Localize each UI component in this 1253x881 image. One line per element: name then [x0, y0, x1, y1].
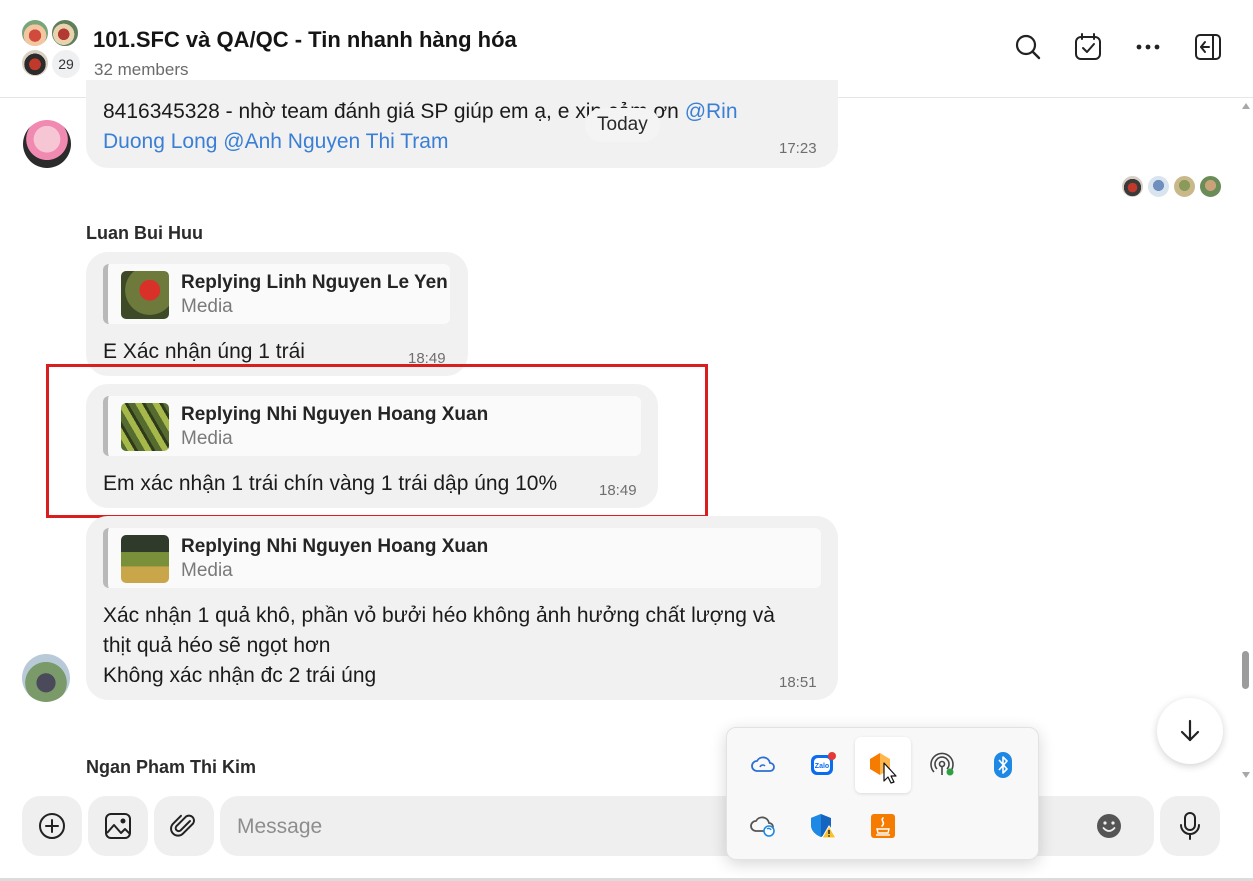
seen-avatar[interactable]	[1146, 174, 1171, 199]
tray-java[interactable]	[855, 798, 911, 854]
tray-hotspot[interactable]	[915, 737, 971, 793]
tasks-button[interactable]	[1071, 30, 1105, 64]
java-icon	[871, 814, 895, 838]
zalo-logo-text: Zalo	[815, 763, 829, 770]
more-options-button[interactable]	[1131, 30, 1165, 64]
reply-preview[interactable]: Replying Linh Nguyen Le Yen Media	[103, 264, 450, 324]
message-text: thịt quả héo sẽ ngọt hơn	[103, 634, 331, 657]
message-text: Duong Long @Anh Nguyen Thi Tram	[103, 130, 449, 153]
message-text: Không xác nhận đc 2 trái úng	[103, 664, 377, 687]
member-avatar	[20, 48, 50, 78]
sender-avatar[interactable]	[22, 654, 70, 702]
message-input[interactable]	[237, 812, 737, 842]
message-bubble[interactable]: 8416345328 - nhờ team đánh giá SP giúp e…	[86, 80, 838, 168]
emoji-icon[interactable]	[1096, 813, 1122, 839]
message-text: E Xác nhận úng 1 trái	[103, 340, 305, 363]
group-avatar[interactable]: 29	[20, 18, 84, 82]
image-icon	[105, 813, 131, 839]
tray-onedrive[interactable]	[735, 737, 791, 793]
tray-security[interactable]	[795, 798, 851, 854]
reply-subtitle: Media	[181, 560, 233, 581]
cloud-sync-icon	[751, 756, 775, 772]
sender-avatar[interactable]	[23, 120, 71, 168]
search-button[interactable]	[1011, 30, 1045, 64]
seen-avatar[interactable]	[1120, 174, 1145, 199]
reply-title: Replying Nhi Nguyen Hoang Xuan	[181, 536, 489, 557]
member-count-badge: 29	[50, 48, 82, 80]
member-count[interactable]: 32 members	[94, 60, 188, 80]
tray-zalo[interactable]: Zalo	[795, 737, 851, 793]
reply-thumbnail	[121, 271, 169, 319]
chat-title[interactable]: 101.SFC và QA/QC - Tin nhanh hàng hóa	[93, 27, 517, 53]
scroll-down-arrow-icon[interactable]	[1241, 770, 1251, 780]
scroll-to-bottom-button[interactable]	[1157, 698, 1223, 764]
more-horizontal-icon	[1136, 44, 1160, 50]
tray-onedrive-sync[interactable]	[735, 798, 791, 854]
broadcast-icon	[930, 752, 954, 776]
bluetooth-icon	[994, 752, 1012, 778]
reply-preview[interactable]: Replying Nhi Nguyen Hoang Xuan Media	[103, 528, 821, 588]
app-orange-icon	[870, 753, 897, 784]
highlight-box	[46, 364, 708, 518]
add-button[interactable]	[22, 796, 82, 856]
message-bubble[interactable]: Replying Nhi Nguyen Hoang Xuan Media Xác…	[86, 516, 838, 700]
zalo-icon: Zalo	[811, 752, 836, 775]
shield-warning-icon	[811, 814, 837, 839]
scroll-up-arrow-icon[interactable]	[1241, 101, 1251, 111]
attach-button[interactable]	[154, 796, 214, 856]
sender-name[interactable]: Luan Bui Huu	[86, 223, 203, 244]
reply-subtitle: Media	[181, 296, 233, 317]
date-separator: Today	[585, 108, 660, 142]
seen-avatar[interactable]	[1198, 174, 1223, 199]
toggle-sidebar-button[interactable]	[1191, 30, 1225, 64]
cloud-refresh-icon	[750, 816, 775, 837]
tray-bluetooth[interactable]	[975, 737, 1031, 793]
microphone-icon	[1180, 812, 1200, 840]
search-icon	[1015, 34, 1041, 60]
scrollbar-thumb[interactable]	[1242, 651, 1249, 689]
image-button[interactable]	[88, 796, 148, 856]
system-tray-popup: Zalo	[726, 727, 1039, 860]
member-avatar	[50, 18, 80, 48]
arrow-down-icon	[1180, 719, 1200, 742]
message-bubble[interactable]: Replying Linh Nguyen Le Yen Media E Xác …	[86, 252, 468, 376]
reply-title: Replying Linh Nguyen Le Yen	[181, 272, 448, 293]
message-time: 17:23	[779, 140, 817, 157]
member-avatar	[20, 18, 50, 48]
sidebar-collapse-icon	[1195, 34, 1221, 60]
message-text: Xác nhận 1 quả khô, phần vỏ bưởi héo khô…	[103, 604, 775, 627]
sender-name[interactable]: Ngan Pham Thi Kim	[86, 757, 256, 778]
paperclip-icon	[170, 814, 195, 837]
voice-button[interactable]	[1160, 796, 1220, 856]
message-time: 18:51	[779, 674, 817, 691]
calendar-check-icon	[1075, 33, 1101, 60]
reply-thumbnail	[121, 535, 169, 583]
plus-circle-icon	[39, 813, 65, 839]
tray-app-orange[interactable]	[855, 737, 911, 793]
seen-avatar[interactable]	[1172, 174, 1197, 199]
